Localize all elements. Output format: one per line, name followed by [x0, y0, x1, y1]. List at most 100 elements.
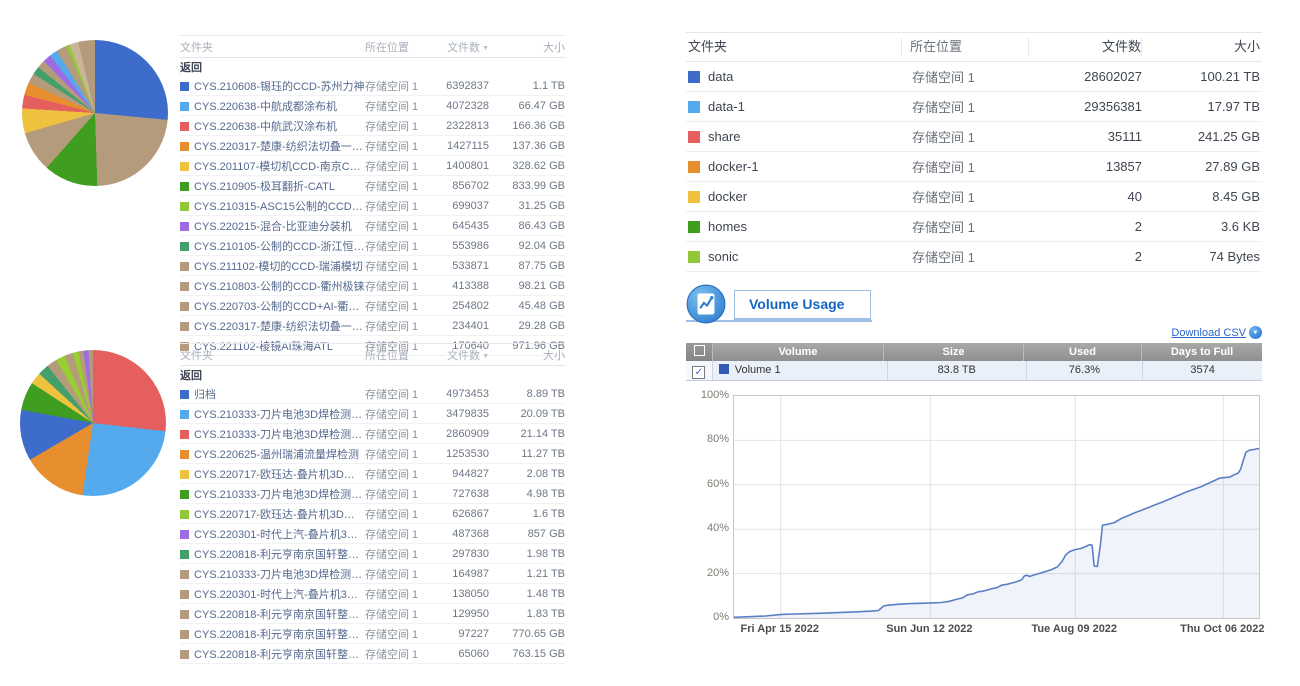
y-axis-tick-label: 100% [700, 389, 729, 401]
column-header-location[interactable]: 所在位置 [365, 347, 429, 363]
table-row[interactable]: CYS.220301-时代上汽-叠片机3D检测-3D存储空间 148736885… [180, 524, 565, 544]
table-row[interactable]: homes存储空间 123.6 KB [686, 212, 1262, 242]
folder-name-cell: docker [686, 189, 904, 204]
table-row[interactable]: sonic存储空间 1274 Bytes [686, 242, 1262, 272]
table-row[interactable]: CYS.220818-利元亨南京国轩整线-顶盖焊-2D存储空间 11299501… [180, 604, 565, 624]
legend-color-chip [180, 410, 189, 419]
table-row[interactable]: CYS.210105-公制的CCD-浙江恒威 (兰溪)存储空间 15539869… [180, 236, 565, 256]
legend-color-chip [688, 101, 700, 113]
size-cell: 21.14 TB [489, 428, 565, 440]
file-count-cell: 413388 [429, 280, 489, 292]
column-header-location[interactable]: 所在位置 [365, 39, 429, 55]
column-header-files[interactable]: 文件数▼ [429, 347, 489, 363]
table-row[interactable]: data-1存储空间 12935638117.97 TB [686, 92, 1262, 122]
select-all-checkbox[interactable] [694, 345, 705, 356]
table-row[interactable]: CYS.210333-刀片电池3D焊检测-无为-2期存储空间 134798352… [180, 404, 565, 424]
table-row[interactable]: CYS.211102-模切的CCD-瑞浦模切存储空间 153387187.75 … [180, 256, 565, 276]
volume-row[interactable]: ✓ Volume 1 83.8 TB 76.3% 3574 [686, 361, 1262, 381]
size-cell: 66.47 GB [489, 100, 565, 112]
file-count-cell: 297830 [429, 548, 489, 560]
table-row[interactable]: CYS.220717-欧珏达-叠片机3D检测-3D存储空间 19448272.0… [180, 464, 565, 484]
location-cell: 存储空间 1 [365, 178, 429, 194]
column-header-used: Used [1023, 343, 1141, 361]
folder-name-cell: CYS.220317-楚康-纺织法切叠一体机-缺陷检测 [180, 138, 365, 154]
table-row[interactable]: CYS.220818-利元亨南京国轩整线-顶盖焊-3D存储空间 12978301… [180, 544, 565, 564]
file-count-cell: 164987 [429, 568, 489, 580]
column-header-size[interactable]: 大小 [489, 347, 565, 363]
table-row[interactable]: CYS.220703-公制的CCD+AI-衢州恒威存储空间 125480245.… [180, 296, 565, 316]
column-header-folder[interactable]: 文件夹 [686, 38, 901, 56]
back-row[interactable]: 返回 [180, 58, 565, 76]
legend-color-chip [180, 122, 189, 131]
file-count-cell: 645435 [429, 220, 489, 232]
size-cell: 17.97 TB [1142, 99, 1262, 114]
table-row[interactable]: CYS.210608-锡珏的CCD-苏州力神存储空间 163928371.1 T… [180, 76, 565, 96]
column-header-volume: Volume [712, 343, 883, 361]
location-cell: 存储空间 1 [904, 217, 1030, 236]
volume-row-checkbox[interactable]: ✓ [692, 366, 705, 379]
pie-chart-top[interactable] [22, 40, 168, 186]
table-row[interactable]: docker-1存储空间 11385727.89 GB [686, 152, 1262, 182]
folder-name: CYS.220625-温州瑞浦流量焊检测 [194, 449, 359, 461]
location-cell: 存储空间 1 [365, 278, 429, 294]
file-count-cell: 699037 [429, 200, 489, 212]
table-row[interactable]: docker存储空间 1408.45 GB [686, 182, 1262, 212]
download-csv-link[interactable]: Download CSV [1171, 327, 1246, 339]
table-row[interactable]: 归档存储空间 149734538.89 TB [180, 384, 565, 404]
table-row[interactable]: CYS.220317-楚康-纺织法切叠一体机-缺陷检测存储空间 11427115… [180, 136, 565, 156]
table-row[interactable]: CYS.210333-刀片电池3D焊检测-停止存储空间 17276384.98 … [180, 484, 565, 504]
file-count-cell: 1427115 [429, 140, 489, 152]
table-header-row: 文件夹 所在位置 文件数 大小 [686, 32, 1262, 62]
table-row[interactable]: CYS.210333-刀片电池3D焊检测-宁乡存储空间 1286090921.1… [180, 424, 565, 444]
table-row[interactable]: CYS.220625-温州瑞浦流量焊检测存储空间 1125353011.27 T… [180, 444, 565, 464]
size-cell: 833.99 GB [489, 180, 565, 192]
table-row[interactable]: CYS.220215-混合-比亚迪分装机存储空间 164543586.43 GB [180, 216, 565, 236]
folder-name: CYS.220818-利元亨南京国轩整线-顶盖焊-2D [194, 609, 365, 621]
size-cell: 8.89 TB [489, 388, 565, 400]
table-row[interactable]: CYS.220638-中航成都涂布机存储空间 1407232866.47 GB [180, 96, 565, 116]
legend-color-chip [180, 490, 189, 499]
table-row[interactable]: CYS.210333-刀片电池3D焊检测-重庆存储空间 11649871.21 … [180, 564, 565, 584]
location-cell: 存储空间 1 [365, 646, 429, 662]
x-axis-tick-label: Tue Aug 09 2022 [1031, 623, 1117, 635]
select-all-checkbox-cell[interactable] [686, 343, 712, 361]
column-header-size[interactable]: 大小 [489, 39, 565, 55]
column-header-files[interactable]: 文件数▼ [429, 39, 489, 55]
legend-color-chip [180, 630, 189, 639]
legend-color-chip [180, 650, 189, 659]
download-csv-icon[interactable]: ▼ [1249, 326, 1262, 339]
legend-color-chip [180, 470, 189, 479]
table-row[interactable]: CYS.220818-利元亨南京国轩整线-面板激光焊缝-...存储空间 1972… [180, 624, 565, 644]
table-row[interactable]: CYS.220717-欧珏达-叠片机3D检测-2D存储空间 16268671.6… [180, 504, 565, 524]
column-header-files[interactable]: 文件数 [1028, 38, 1141, 56]
column-header-folder[interactable]: 文件夹 [180, 347, 365, 363]
folder-name: CYS.220818-利元亨南京国轩整线-面板激光焊缝-... [194, 629, 365, 641]
location-cell: 存储空间 1 [365, 426, 429, 442]
table-row[interactable]: CYS.220818-利元亨南京国轩整线-密封钉存储空间 165060763.1… [180, 644, 565, 664]
table-row[interactable]: CYS.220317-楚康-纺织法切叠一体机-定位存储空间 123440129.… [180, 316, 565, 336]
column-header-folder[interactable]: 文件夹 [180, 39, 365, 55]
back-row[interactable]: 返回 [180, 366, 565, 384]
folder-name: homes [708, 219, 747, 234]
table-row[interactable]: CYS.220638-中航武汉涂布机存储空间 12322813166.36 GB [180, 116, 565, 136]
column-header-files-label: 文件数 [447, 42, 480, 54]
file-count-cell: 944827 [429, 468, 489, 480]
file-count-cell: 4072328 [429, 100, 489, 112]
table-row[interactable]: share存储空间 135111241.25 GB [686, 122, 1262, 152]
table-row[interactable]: CYS.210803-公制的CCD-衢州极铼存储空间 141338898.21 … [180, 276, 565, 296]
table-row[interactable]: CYS.220301-时代上汽-叠片机3D检测-2D存储空间 11380501.… [180, 584, 565, 604]
column-header-location[interactable]: 所在位置 [901, 38, 1028, 56]
table-row[interactable]: data存储空间 128602027100.21 TB [686, 62, 1262, 92]
table-row[interactable]: CYS.201107-模切机CCD-南京CATL存储空间 11400801328… [180, 156, 565, 176]
size-cell: 1.6 TB [489, 508, 565, 520]
column-header-size[interactable]: 大小 [1141, 38, 1262, 56]
folder-name: CYS.220703-公制的CCD+AI-衢州恒威 [194, 301, 365, 313]
pie-chart-bottom[interactable] [20, 350, 166, 496]
table-row[interactable]: CYS.210315-ASC15公制的CCD-ATL公装机存储空间 169903… [180, 196, 565, 216]
table-row[interactable]: CYS.210905-极耳翻折-CATL存储空间 1856702833.99 G… [180, 176, 565, 196]
legend-color-chip [180, 82, 189, 91]
location-cell: 存储空间 1 [365, 406, 429, 422]
sort-desc-icon: ▼ [482, 45, 489, 52]
folder-name-cell: CYS.220625-温州瑞浦流量焊检测 [180, 446, 365, 462]
file-count-cell: 97227 [429, 628, 489, 640]
